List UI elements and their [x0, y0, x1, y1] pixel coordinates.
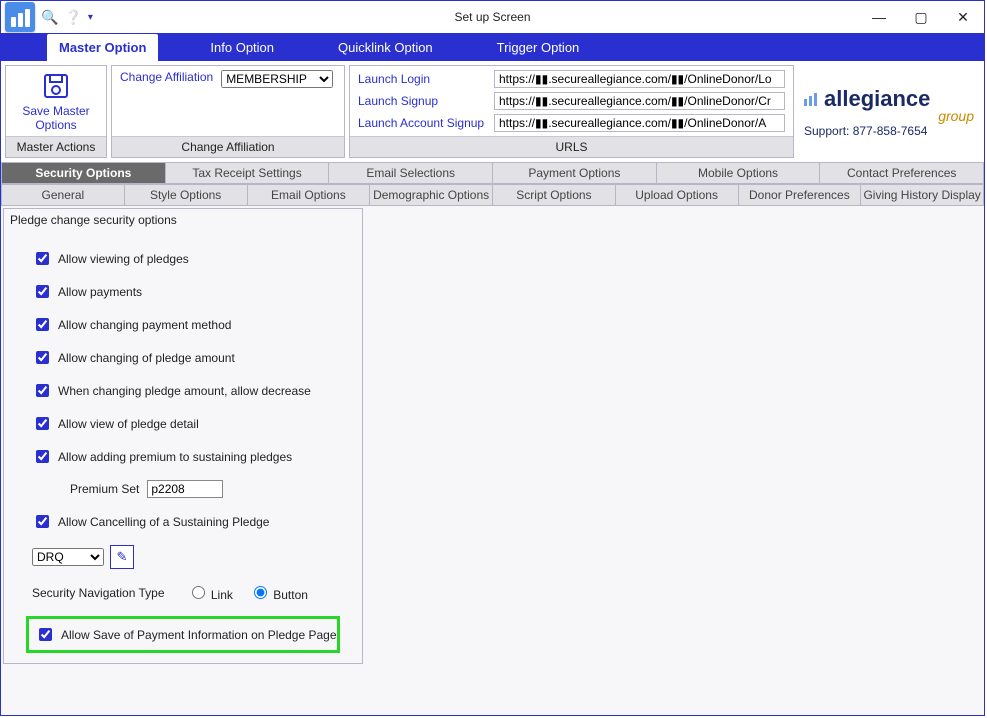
panel-footer-master: Master Actions [6, 136, 106, 157]
tab-trigger-option[interactable]: Trigger Option [485, 34, 592, 61]
drq-select[interactable]: DRQ [32, 548, 104, 566]
launch-signup-input[interactable] [494, 92, 785, 110]
tab-master-option[interactable]: Master Option [47, 34, 158, 61]
chk-view-detail[interactable] [36, 417, 49, 430]
subtab-upload-options[interactable]: Upload Options [616, 184, 739, 206]
subtab-mobile-options[interactable]: Mobile Options [657, 162, 821, 184]
group-title: Pledge change security options [10, 213, 356, 227]
nav-type-label: Security Navigation Type [32, 586, 165, 600]
subtab-general[interactable]: General [1, 184, 125, 206]
chk-change-method[interactable] [36, 318, 49, 331]
edit-button[interactable]: ✎ [110, 545, 134, 569]
subtab-email-selections[interactable]: Email Selections [329, 162, 493, 184]
chk-allow-decrease[interactable] [36, 384, 49, 397]
subtab-security-options[interactable]: Security Options [1, 162, 166, 184]
highlighted-option: Allow Save of Payment Information on Ple… [26, 616, 340, 653]
chk-allow-viewing[interactable] [36, 252, 49, 265]
chk-add-premium[interactable] [36, 450, 49, 463]
subtab-tax-receipt[interactable]: Tax Receipt Settings [166, 162, 330, 184]
save-master-options-button[interactable]: Save Master Options [6, 66, 106, 136]
tab-quicklink-option[interactable]: Quicklink Option [326, 34, 445, 61]
chk-allow-payments[interactable] [36, 285, 49, 298]
launch-login-input[interactable] [494, 70, 785, 88]
premium-set-label: Premium Set [70, 482, 139, 496]
app-icon [5, 2, 35, 32]
logo-block: allegiance group Support: 877-858-7654 [798, 65, 980, 158]
premium-set-input[interactable] [147, 480, 223, 498]
launch-signup-label: Launch Signup [358, 94, 488, 108]
help-icon[interactable]: ❔ [64, 9, 81, 26]
qat-dropdown-icon[interactable]: ▾ [88, 12, 93, 23]
nav-button-radio[interactable] [254, 586, 267, 599]
panel-footer-affiliation: Change Affiliation [112, 136, 344, 157]
subtab-demographic[interactable]: Demographic Options [370, 184, 493, 206]
chk-save-payment[interactable] [39, 628, 52, 641]
chk-cancel-sustaining[interactable] [36, 515, 49, 528]
launch-account-input[interactable] [494, 114, 785, 132]
window-title: Set up Screen [1, 10, 984, 24]
logo-bars-icon [804, 93, 817, 106]
subtab-donor-preferences[interactable]: Donor Preferences [739, 184, 862, 206]
zoom-out-icon[interactable]: 🔍 [41, 9, 58, 26]
save-icon [39, 72, 73, 100]
subtab-payment-options[interactable]: Payment Options [493, 162, 657, 184]
change-affiliation-label: Change Affiliation [120, 70, 213, 84]
panel-footer-urls: URLS [350, 136, 793, 157]
chk-change-amount[interactable] [36, 351, 49, 364]
launch-login-label: Launch Login [358, 72, 488, 86]
subtab-style-options[interactable]: Style Options [125, 184, 248, 206]
subtab-script-options[interactable]: Script Options [493, 184, 616, 206]
close-button[interactable]: ✕ [942, 4, 984, 30]
affiliation-select[interactable]: MEMBERSHIP [221, 70, 333, 88]
subtab-email-options[interactable]: Email Options [248, 184, 371, 206]
subtab-contact-preferences[interactable]: Contact Preferences [820, 162, 984, 184]
tab-info-option[interactable]: Info Option [198, 34, 286, 61]
edit-icon: ✎ [117, 549, 128, 565]
launch-account-label: Launch Account Signup [358, 116, 488, 130]
subtab-giving-history[interactable]: Giving History Display [861, 184, 984, 206]
maximize-button[interactable]: ▢ [900, 4, 942, 30]
nav-link-radio[interactable] [192, 586, 205, 599]
minimize-button[interactable]: — [858, 4, 900, 30]
